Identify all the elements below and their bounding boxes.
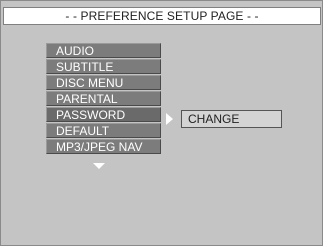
- menu-item-parental[interactable]: PARENTAL: [46, 91, 161, 106]
- submenu-item-change[interactable]: CHANGE: [181, 110, 282, 128]
- setup-screen: - - PREFERENCE SETUP PAGE - - AUDIO SUBT…: [0, 0, 323, 246]
- menu-item-subtitle[interactable]: SUBTITLE: [46, 59, 161, 74]
- menu-item-password[interactable]: PASSWORD: [46, 107, 161, 122]
- arrow-right-icon: [166, 113, 173, 125]
- page-title: - - PREFERENCE SETUP PAGE - -: [3, 7, 321, 25]
- chevron-down-icon[interactable]: [93, 163, 105, 169]
- menu-item-default[interactable]: DEFAULT: [46, 123, 161, 138]
- menu-item-audio[interactable]: AUDIO: [46, 43, 161, 58]
- menu-item-disc-menu[interactable]: DISC MENU: [46, 75, 161, 90]
- preference-menu: AUDIO SUBTITLE DISC MENU PARENTAL PASSWO…: [46, 43, 161, 155]
- menu-item-mp3-jpeg-nav[interactable]: MP3/JPEG NAV: [46, 139, 161, 154]
